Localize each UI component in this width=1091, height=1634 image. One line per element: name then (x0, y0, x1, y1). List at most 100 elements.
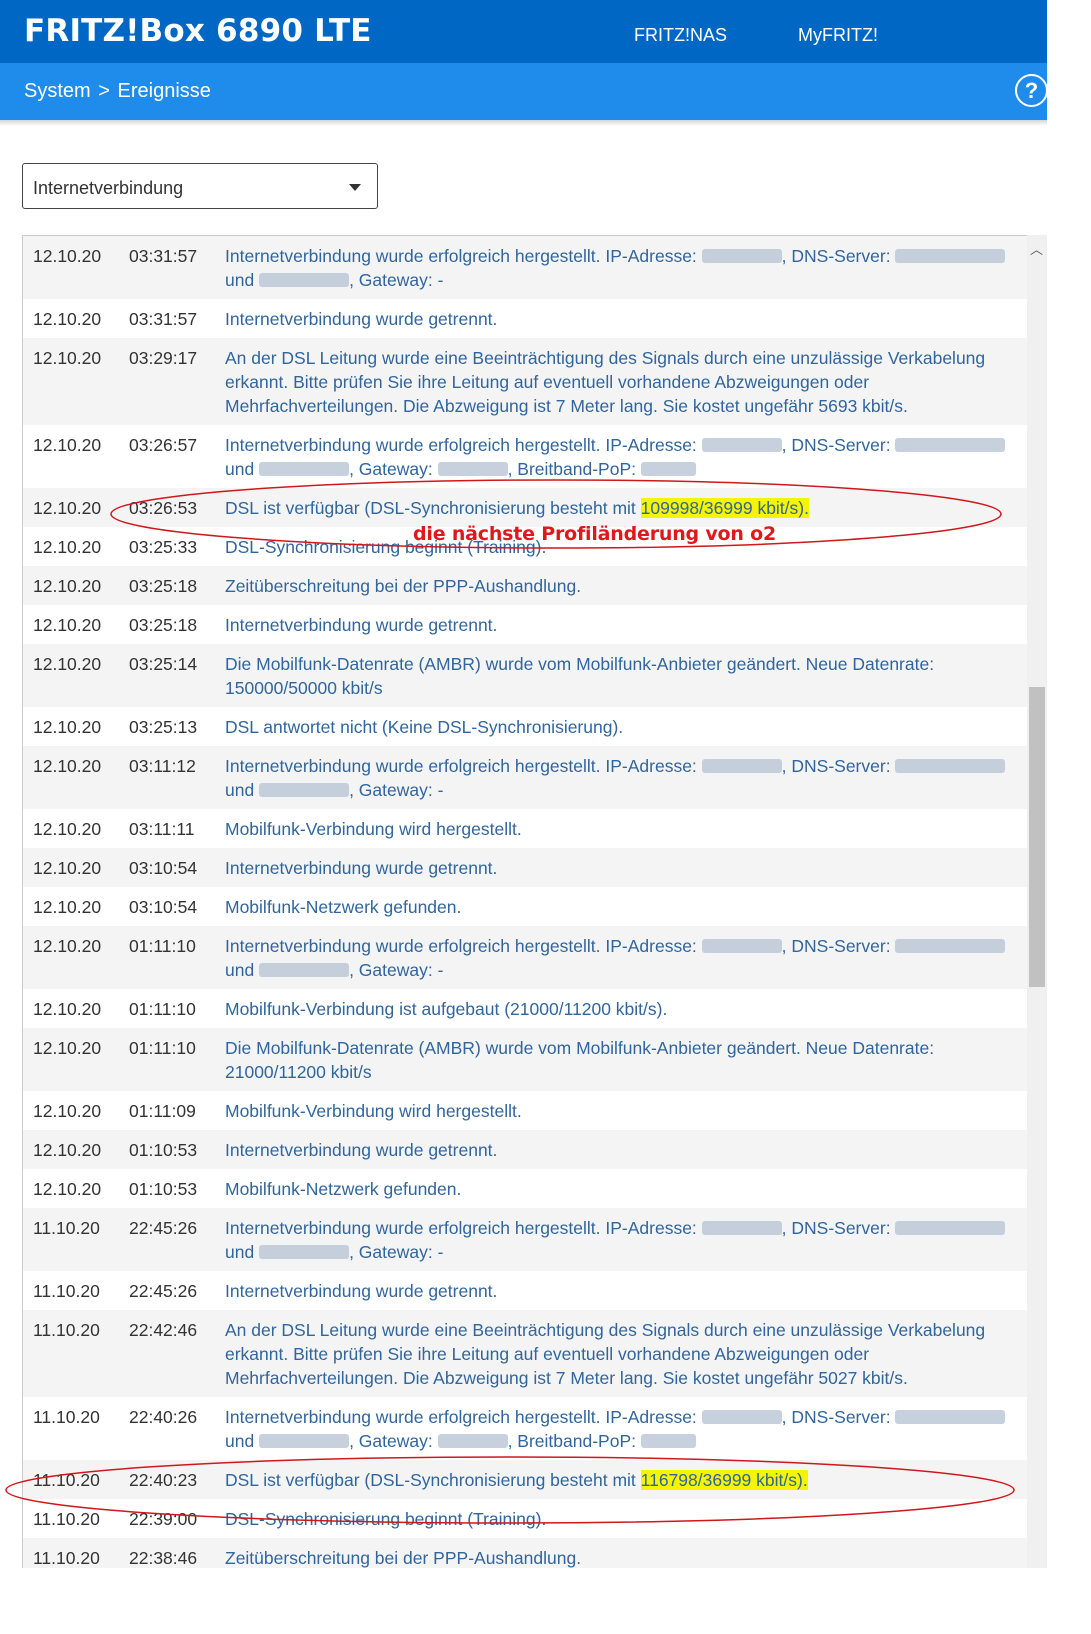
event-message-text: An der DSL Leitung wurde eine Beeinträch… (225, 348, 986, 416)
event-message-text: Internetverbindung wurde getrennt. (225, 1140, 498, 1160)
event-message: Mobilfunk-Netzwerk gefunden. (225, 1177, 1020, 1201)
event-message: Die Mobilfunk-Datenrate (AMBR) wurde vom… (225, 652, 1020, 700)
redacted-address (259, 1245, 350, 1259)
redacted-address (895, 939, 1006, 953)
event-message-text: , DNS-Server: (781, 1218, 896, 1238)
event-time: 01:11:10 (129, 936, 196, 956)
event-date: 11.10.20 (33, 1548, 100, 1568)
event-time: 03:31:57 (129, 309, 198, 329)
event-message-text: und (225, 270, 260, 290)
event-row: 12.10.20 01:10:53 Mobilfunk-Netzwerk gefun… (23, 1169, 1028, 1208)
event-filter-select[interactable]: Internetverbindung (22, 163, 378, 209)
event-message: DSL ist verfügbar (DSL-Synchronisierung … (225, 1468, 1020, 1492)
event-time: 03:11:12 (129, 756, 196, 776)
event-message: Internetverbindung wurde getrennt. (225, 856, 1020, 880)
event-message-text: DSL ist verfügbar (DSL-Synchronisierung … (225, 498, 641, 518)
event-row: 11.10.20 22:40:26 Internetverbindung wurde… (23, 1397, 1028, 1460)
event-row: 12.10.20 03:31:57 Internetverbindung wurde… (23, 299, 1028, 338)
event-time: 03:11:11 (129, 819, 195, 839)
redacted-address (895, 249, 1006, 263)
event-message-text: , DNS-Server: (781, 435, 896, 455)
event-message-text: Mobilfunk-Verbindung wird hergestellt. (225, 1101, 522, 1121)
event-time: 22:40:23 (129, 1470, 198, 1490)
event-row: 12.10.20 03:10:54 Mobilfunk-Netzwerk gefun… (23, 887, 1028, 926)
nav-fritznas-link[interactable]: FRITZ!NAS (634, 25, 727, 46)
event-message-text: , DNS-Server: (781, 1407, 896, 1427)
event-message-text: Internetverbindung wurde erfolgreich her… (225, 1218, 702, 1238)
event-date: 12.10.20 (33, 498, 102, 518)
event-message: DSL-Synchronisierung beginnt (Training). (225, 1507, 1020, 1531)
event-message: Internetverbindung wurde erfolgreich her… (225, 433, 1020, 481)
event-message-text: , Breitband-PoP: (507, 1431, 641, 1451)
event-message-text: und (225, 780, 260, 800)
event-message: Zeitüberschreitung bei der PPP-Aushandlu… (225, 1546, 1020, 1568)
breadcrumb: System > Ereignisse (24, 80, 211, 103)
event-message-text: , Breitband-PoP: (507, 459, 641, 479)
event-message: An der DSL Leitung wurde eine Beeinträch… (225, 1318, 1020, 1390)
event-message: Mobilfunk-Verbindung wird hergestellt. (225, 817, 1020, 841)
event-date: 12.10.20 (33, 654, 102, 674)
event-message-text: Zeitüberschreitung bei der PPP-Aushandlu… (225, 1548, 582, 1568)
redacted-address (259, 462, 350, 476)
event-time: 03:25:18 (129, 576, 198, 596)
redacted-address (259, 783, 350, 797)
event-date: 12.10.20 (33, 936, 102, 956)
nav-myfritz-link[interactable]: MyFRITZ! (798, 25, 878, 46)
event-message: Mobilfunk-Verbindung ist aufgebaut (2100… (225, 997, 1020, 1021)
event-message-text: und (225, 1242, 260, 1262)
event-message: Mobilfunk-Netzwerk gefunden. (225, 895, 1020, 919)
breadcrumb-bar: System > Ereignisse (0, 63, 1047, 120)
event-row: 11.10.20 22:40:23 DSL ist verfügbar (DSL-S… (23, 1460, 1028, 1499)
breadcrumb-system[interactable]: System (24, 80, 91, 102)
help-icon[interactable]: ? (1015, 74, 1048, 107)
event-date: 12.10.20 (33, 1179, 102, 1199)
event-message-text: Zeitüberschreitung bei der PPP-Aushandlu… (225, 576, 582, 596)
event-message-text: und (225, 459, 260, 479)
event-time: 03:25:18 (129, 615, 198, 635)
event-row: 12.10.20 01:10:53 Internetverbindung wurde… (23, 1130, 1028, 1169)
redacted-address (701, 939, 782, 953)
event-message-text: Mobilfunk-Netzwerk gefunden. (225, 1179, 462, 1199)
event-time: 01:11:10 (129, 1038, 196, 1058)
redacted-address (895, 1221, 1006, 1235)
event-message-text: , Gateway: - (349, 960, 444, 980)
event-row: 12.10.20 03:26:57 Internetverbindung wurde… (23, 425, 1028, 488)
event-row: 11.10.20 22:45:26 Internetverbindung wurde… (23, 1271, 1028, 1310)
redacted-address (259, 273, 350, 287)
scrollbar-thumb[interactable] (1029, 687, 1045, 987)
event-message: Internetverbindung wurde erfolgreich her… (225, 244, 1020, 292)
event-time: 01:11:09 (129, 1101, 196, 1121)
event-time: 03:10:54 (129, 858, 198, 878)
event-row: 12.10.20 03:11:11 Mobilfunk-Verbindung wir… (23, 809, 1028, 848)
event-time: 22:40:26 (129, 1407, 198, 1427)
event-message: Die Mobilfunk-Datenrate (AMBR) wurde vom… (225, 1036, 1020, 1084)
event-message-text: und (225, 1431, 260, 1451)
event-date: 12.10.20 (33, 819, 102, 839)
event-message-text: , Gateway: - (349, 780, 444, 800)
redacted-address (701, 438, 782, 452)
highlighted-datarate: 116798/36999 kbit/s). (640, 1470, 808, 1490)
scrollbar[interactable]: ︿ (1027, 235, 1047, 1568)
event-message-text: Internetverbindung wurde erfolgreich her… (225, 756, 702, 776)
event-row: 11.10.20 22:38:46 Zeitüberschreitung bei d… (23, 1538, 1028, 1568)
event-row: 12.10.20 03:10:54 Internetverbindung wurde… (23, 848, 1028, 887)
redacted-address (701, 1410, 782, 1424)
event-row: 12.10.20 03:25:18 Zeitüberschreitung bei d… (23, 566, 1028, 605)
event-row: 11.10.20 22:42:46 An der DSL Leitung wurde… (23, 1310, 1028, 1397)
event-message-text: , DNS-Server: (781, 246, 896, 266)
event-message: Internetverbindung wurde erfolgreich her… (225, 934, 1020, 982)
event-message-text: , Gateway: (349, 459, 438, 479)
event-time: 03:26:57 (129, 435, 198, 455)
event-log-list[interactable]: 12.10.20 03:31:57 Internetverbindung wurde… (22, 235, 1047, 1568)
chevron-right-icon: > (98, 80, 110, 102)
event-date: 12.10.20 (33, 309, 102, 329)
event-message-text: Die Mobilfunk-Datenrate (AMBR) wurde vom… (225, 1038, 935, 1082)
event-message: Internetverbindung wurde getrennt. (225, 1138, 1020, 1162)
scroll-up-icon[interactable]: ︿ (1030, 239, 1043, 258)
event-message-text: An der DSL Leitung wurde eine Beeinträch… (225, 1320, 986, 1388)
event-date: 12.10.20 (33, 1038, 102, 1058)
redacted-address (895, 1410, 1006, 1424)
event-row: 12.10.20 01:11:10 Internetverbindung wurde… (23, 926, 1028, 989)
breadcrumb-current: Ereignisse (117, 80, 211, 102)
event-time: 03:25:33 (129, 537, 198, 557)
